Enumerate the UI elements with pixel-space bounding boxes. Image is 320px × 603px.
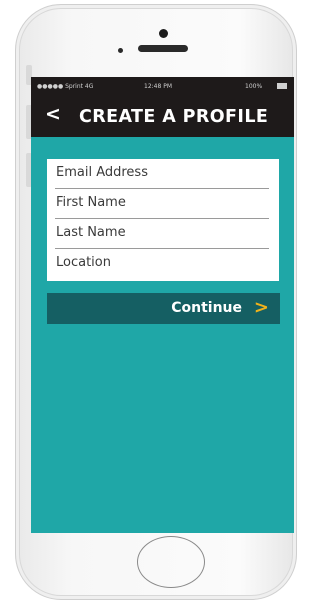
location-field-label: Location — [56, 255, 111, 270]
nav-bar: < CREATE A PROFILE — [31, 95, 294, 137]
last-name-field-label: Last Name — [56, 225, 126, 240]
front-camera — [159, 29, 168, 38]
status-bar: ●●●●● Sprint 4G 12:48 PM 100% — [31, 77, 294, 95]
back-chevron-icon[interactable]: < — [45, 103, 61, 125]
battery-percent: 100% — [245, 83, 263, 90]
status-time: 12:48 PM — [144, 83, 172, 90]
earpiece-speaker — [138, 45, 188, 52]
continue-label: Continue — [171, 300, 242, 316]
last-name-field[interactable]: Last Name — [47, 219, 279, 249]
email-field-label: Email Address — [56, 165, 148, 180]
continue-button[interactable]: Continue > — [47, 293, 280, 324]
chevron-right-icon: > — [253, 297, 269, 318]
carrier-label: ●●●●● Sprint 4G — [37, 83, 94, 90]
home-button[interactable] — [137, 536, 205, 588]
first-name-field[interactable]: First Name — [47, 189, 279, 219]
proximity-sensor — [118, 48, 123, 53]
location-field[interactable]: Location — [47, 249, 279, 279]
email-field[interactable]: Email Address — [47, 159, 279, 189]
phone-screen: ●●●●● Sprint 4G 12:48 PM 100% < CREATE A… — [31, 77, 294, 533]
first-name-field-label: First Name — [56, 195, 126, 210]
profile-form: Email Address First Name Last Name Locat… — [47, 159, 279, 281]
battery-icon — [277, 83, 287, 89]
page-title: CREATE A PROFILE — [79, 107, 269, 127]
